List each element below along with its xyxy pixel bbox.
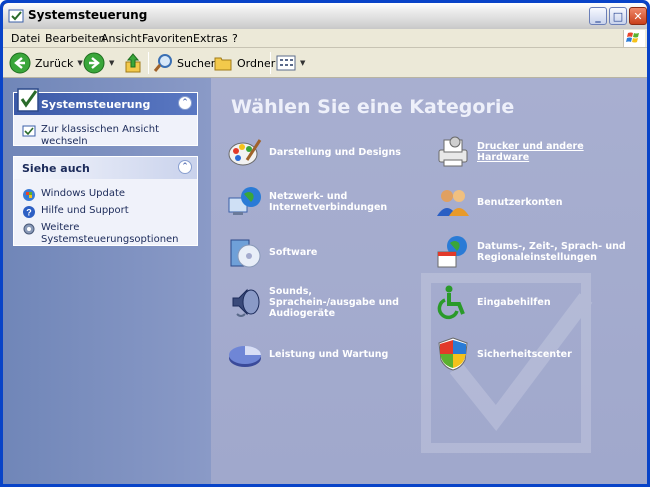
software-cd-icon bbox=[230, 239, 261, 268]
forward-button[interactable]: ▼ bbox=[83, 51, 114, 75]
control-panel-section: Systemsteuerung ⌃ Zur klassischen Ansich… bbox=[13, 88, 198, 147]
folders-icon bbox=[214, 57, 232, 71]
category-label: Netzwerk- und Internetverbindungen bbox=[269, 191, 388, 213]
menu-datei[interactable]: Datei bbox=[11, 32, 40, 45]
title-bar[interactable]: Systemsteuerung _ □ ✕ bbox=[3, 3, 647, 29]
forward-arrow-icon bbox=[83, 52, 105, 74]
see-also-section-header[interactable]: Siehe auch ⌃ bbox=[14, 157, 197, 179]
help-icon: ? bbox=[23, 206, 35, 218]
windows-update-link[interactable]: Windows Update bbox=[22, 188, 189, 202]
classic-view-link[interactable]: Zur klassischen Ansicht wechseln bbox=[22, 124, 189, 148]
back-label: Zurück bbox=[35, 56, 74, 70]
category-label: Benutzerkonten bbox=[477, 196, 563, 208]
views-button[interactable]: ▼ bbox=[276, 51, 305, 75]
category-label: Drucker und andere Hardware bbox=[477, 141, 584, 163]
category-label: Software bbox=[269, 246, 318, 258]
gear-icon bbox=[23, 223, 35, 235]
category-user-accounts[interactable]: Benutzerkonten bbox=[435, 184, 627, 220]
sounds-speaker-icon bbox=[232, 288, 260, 317]
toolbar-separator bbox=[148, 52, 149, 74]
help-support-label: Hilfe und Support bbox=[41, 205, 129, 216]
see-also-section-title: Siehe auch bbox=[22, 162, 90, 175]
search-label: Suchen bbox=[177, 56, 218, 70]
category-label: Sicherheitscenter bbox=[477, 348, 572, 360]
control-panel-section-header[interactable]: Systemsteuerung ⌃ bbox=[14, 88, 197, 115]
toolbar: Zurück ▼ ▼ Suchen Ordner ▼ bbox=[3, 48, 647, 78]
category-label: Sounds, Sprachein-/ausgabe und Audiogerä… bbox=[269, 285, 399, 319]
category-view: Wählen Sie eine Kategorie Darstellung un… bbox=[211, 78, 647, 484]
content-area: Systemsteuerung ⌃ Zur klassischen Ansich… bbox=[3, 78, 647, 484]
menu-favoriten[interactable]: Favoriten bbox=[142, 32, 193, 45]
category-label: Eingabehilfen bbox=[477, 296, 551, 308]
views-dropdown-icon[interactable]: ▼ bbox=[300, 59, 305, 67]
collapse-icon[interactable]: ⌃ bbox=[178, 160, 192, 174]
back-arrow-icon bbox=[9, 52, 31, 74]
security-shield-icon bbox=[438, 337, 468, 371]
control-panel-window: Systemsteuerung _ □ ✕ Datei Bearbeiten A… bbox=[0, 0, 650, 487]
category-sounds[interactable]: Sounds, Sprachein-/ausgabe und Audiogerä… bbox=[227, 284, 419, 320]
category-label: Leistung und Wartung bbox=[269, 348, 389, 360]
toolbar-separator bbox=[270, 52, 271, 74]
page-title: Wählen Sie eine Kategorie bbox=[231, 96, 515, 118]
date-time-globe-icon bbox=[437, 236, 467, 268]
category-appearance[interactable]: Darstellung und Designs bbox=[227, 134, 419, 170]
menu-bearbeiten[interactable]: Bearbeiten bbox=[45, 32, 105, 45]
folders-button[interactable]: Ordner bbox=[213, 51, 275, 75]
maximize-button[interactable]: □ bbox=[609, 7, 627, 25]
classic-view-icon bbox=[22, 125, 36, 137]
svg-text:?: ? bbox=[26, 208, 32, 218]
performance-pie-icon bbox=[229, 346, 261, 367]
task-pane: Systemsteuerung ⌃ Zur klassischen Ansich… bbox=[3, 78, 211, 484]
minimize-button[interactable]: _ bbox=[589, 7, 607, 25]
menu-ansicht[interactable]: Ansicht bbox=[101, 32, 142, 45]
back-dropdown-icon[interactable]: ▼ bbox=[77, 59, 82, 67]
more-options-link[interactable]: Weitere Systemsteuerungsoptionen bbox=[22, 222, 189, 246]
control-panel-icon bbox=[8, 9, 24, 23]
views-icon bbox=[276, 55, 296, 71]
menu-help[interactable]: ? bbox=[232, 32, 238, 45]
control-panel-section-title: Systemsteuerung bbox=[41, 98, 151, 111]
category-accessibility[interactable]: Eingabehilfen bbox=[435, 284, 627, 320]
folder-up-icon bbox=[125, 53, 141, 73]
see-also-section: Siehe auch ⌃ Windows Update ? Hilfe und … bbox=[13, 156, 198, 246]
category-label: Datums-, Zeit-, Sprach- und Regionaleins… bbox=[477, 241, 626, 263]
close-button[interactable]: ✕ bbox=[629, 7, 647, 25]
collapse-icon[interactable]: ⌃ bbox=[178, 96, 192, 110]
windows-update-icon bbox=[23, 189, 35, 201]
menu-bar: Datei Bearbeiten Ansicht Favoriten Extra… bbox=[3, 29, 647, 48]
windows-logo-icon bbox=[623, 30, 645, 47]
accessibility-wheelchair-icon bbox=[437, 285, 465, 320]
category-date-time-region[interactable]: Datums-, Zeit-, Sprach- und Regionaleins… bbox=[435, 234, 627, 270]
search-button[interactable]: Suchen bbox=[153, 51, 218, 75]
minimize-icon: _ bbox=[595, 9, 601, 23]
up-button[interactable] bbox=[123, 51, 143, 75]
maximize-icon: □ bbox=[612, 9, 624, 23]
category-security-center[interactable]: Sicherheitscenter bbox=[435, 336, 627, 372]
help-support-link[interactable]: ? Hilfe und Support bbox=[22, 205, 189, 219]
classic-view-label: Zur klassischen Ansicht wechseln bbox=[41, 124, 160, 147]
category-label: Darstellung und Designs bbox=[269, 146, 401, 158]
category-printers[interactable]: Drucker und andere Hardware bbox=[435, 134, 627, 170]
printer-icon bbox=[438, 136, 468, 167]
category-performance[interactable]: Leistung und Wartung bbox=[227, 336, 419, 372]
control-panel-large-icon bbox=[17, 88, 39, 112]
user-accounts-icon bbox=[437, 190, 469, 216]
window-title: Systemsteuerung bbox=[28, 8, 148, 22]
forward-dropdown-icon[interactable]: ▼ bbox=[109, 59, 114, 67]
more-options-label: Weitere Systemsteuerungsoptionen bbox=[41, 222, 179, 245]
back-button[interactable]: Zurück ▼ bbox=[9, 51, 83, 75]
network-globe-icon bbox=[228, 187, 261, 215]
appearance-palette-icon bbox=[228, 139, 262, 166]
menu-extras[interactable]: Extras bbox=[193, 32, 228, 45]
windows-update-label: Windows Update bbox=[41, 188, 126, 199]
control-panel-section-body: Zur klassischen Ansicht wechseln bbox=[14, 115, 197, 157]
category-software[interactable]: Software bbox=[227, 234, 419, 270]
see-also-section-body: Windows Update ? Hilfe und Support Weite… bbox=[14, 179, 197, 255]
search-icon bbox=[153, 54, 172, 72]
close-icon: ✕ bbox=[633, 9, 643, 23]
category-network[interactable]: Netzwerk- und Internetverbindungen bbox=[227, 184, 419, 220]
